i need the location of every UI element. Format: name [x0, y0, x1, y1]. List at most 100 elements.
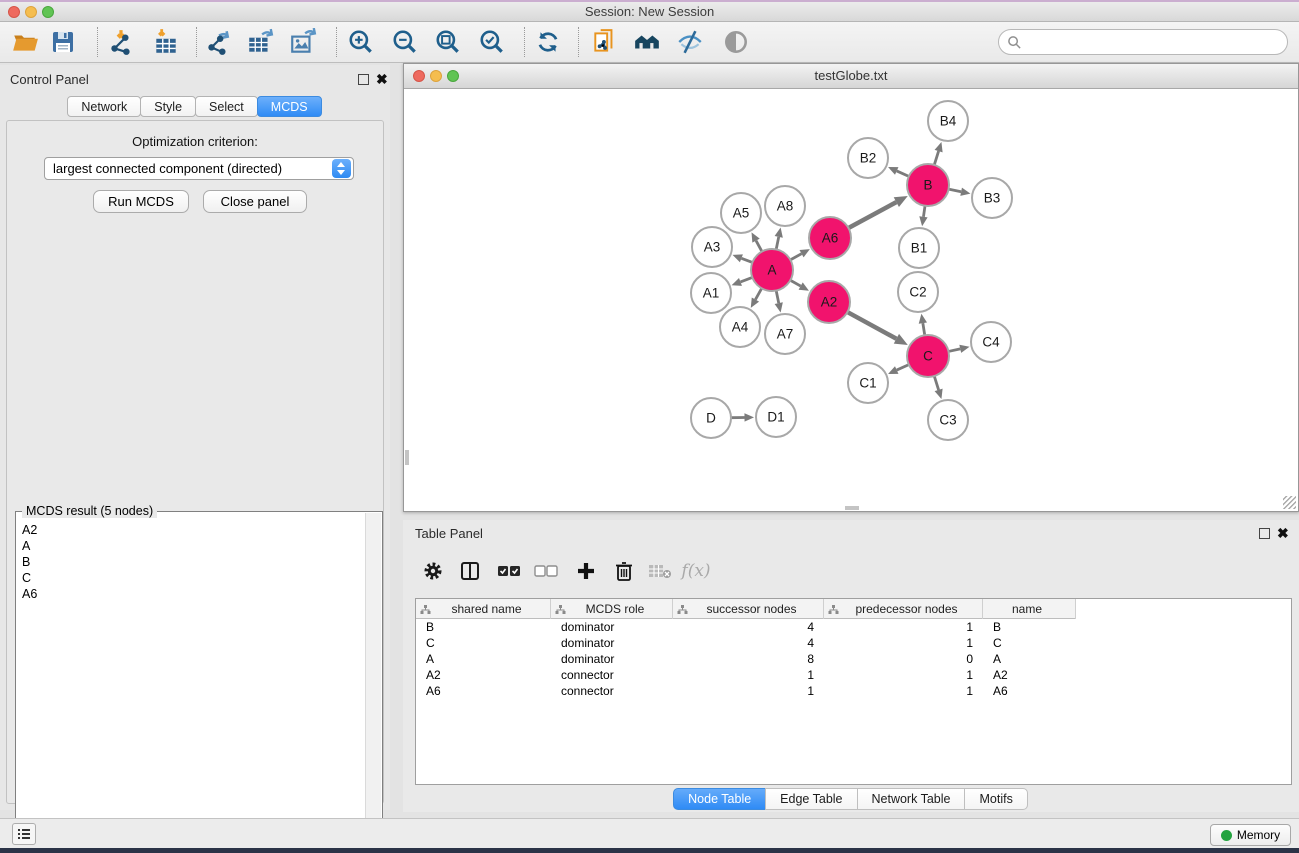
show-all-button[interactable]: [630, 25, 664, 59]
graph-node-B[interactable]: B: [907, 164, 949, 206]
search-field[interactable]: [998, 29, 1288, 55]
close-panel-icon[interactable]: ✖: [1277, 525, 1289, 541]
graph-node-A8[interactable]: A8: [765, 186, 805, 226]
select-all-columns-button[interactable]: [493, 555, 525, 587]
network-canvas[interactable]: AA1A2A3A4A5A6A7A8BB1B2B3B4CC1C2C3C4DD1: [404, 89, 1298, 511]
delete-table-button[interactable]: [644, 555, 676, 587]
column-header-shared-name[interactable]: shared name: [416, 599, 551, 619]
graph-edge-B-B1[interactable]: [919, 206, 927, 226]
show-columns-button[interactable]: [454, 555, 486, 587]
graph-node-B1[interactable]: B1: [899, 228, 939, 268]
graph-node-A[interactable]: A: [751, 249, 793, 291]
window-resize-grip[interactable]: [1283, 496, 1296, 509]
graph-edge-C-C3[interactable]: [934, 376, 942, 399]
column-header-name[interactable]: name: [983, 599, 1076, 619]
float-window-icon[interactable]: [358, 74, 369, 85]
apply-layout-button[interactable]: [531, 25, 565, 59]
graph-edge-D-D1[interactable]: [731, 413, 754, 421]
control-tab-select[interactable]: Select: [195, 96, 258, 117]
table-row[interactable]: Adominator80A: [416, 651, 1291, 667]
table-row[interactable]: A6connector11A6: [416, 683, 1291, 699]
export-image-button[interactable]: [286, 25, 320, 59]
close-traffic-light[interactable]: [8, 6, 20, 18]
graph-edge-A-A6[interactable]: [790, 249, 809, 260]
close-panel-button[interactable]: Close panel: [203, 190, 307, 213]
zoom-out-button[interactable]: [388, 25, 422, 59]
graph-node-A6[interactable]: A6: [809, 217, 851, 259]
memory-button[interactable]: Memory: [1210, 824, 1291, 846]
mcds-result-item[interactable]: A6: [16, 586, 364, 602]
mcds-result-item[interactable]: A2: [16, 522, 364, 538]
table-tab-motifs[interactable]: Motifs: [964, 788, 1027, 810]
graph-edge-C-C2[interactable]: [919, 314, 927, 336]
open-session-button[interactable]: [8, 25, 42, 59]
hide-selected-button[interactable]: [673, 25, 707, 59]
table-settings-button[interactable]: [417, 555, 449, 587]
graph-node-B4[interactable]: B4: [928, 101, 968, 141]
unselect-all-columns-button[interactable]: [530, 555, 562, 587]
show-panels-button[interactable]: [12, 823, 36, 845]
optimization-criterion-dropdown[interactable]: largest connected component (directed): [44, 157, 354, 180]
mcds-result-item[interactable]: C: [16, 570, 364, 586]
save-session-button[interactable]: [46, 25, 80, 59]
zoom-selected-button[interactable]: [475, 25, 509, 59]
graph-node-D[interactable]: D: [691, 398, 731, 438]
result-scrollbar[interactable]: [365, 513, 381, 851]
graph-node-C2[interactable]: C2: [898, 272, 938, 312]
mcds-result-item[interactable]: A: [16, 538, 364, 554]
control-tab-mcds[interactable]: MCDS: [257, 96, 322, 117]
graph-node-D1[interactable]: D1: [756, 397, 796, 437]
graph-edge-A-A4[interactable]: [751, 288, 762, 308]
graph-node-A1[interactable]: A1: [691, 273, 731, 313]
mcds-result-item[interactable]: B: [16, 554, 364, 570]
table-row[interactable]: Cdominator41C: [416, 635, 1291, 651]
minimize-traffic-light[interactable]: [25, 6, 37, 18]
column-header-successor-nodes[interactable]: successor nodes: [673, 599, 824, 619]
control-tab-style[interactable]: Style: [140, 96, 196, 117]
zoom-in-button[interactable]: [344, 25, 378, 59]
graph-node-C[interactable]: C: [907, 335, 949, 377]
graph-node-C4[interactable]: C4: [971, 322, 1011, 362]
graph-edge-B-B4[interactable]: [934, 142, 942, 165]
graph-node-B3[interactable]: B3: [972, 178, 1012, 218]
close-traffic-light[interactable]: [413, 70, 425, 82]
zoom-fit-button[interactable]: [431, 25, 465, 59]
table-tab-node-table[interactable]: Node Table: [673, 788, 766, 810]
control-tab-network[interactable]: Network: [67, 96, 141, 117]
graph-edge-C-C1[interactable]: [888, 365, 909, 374]
import-network-button[interactable]: [104, 25, 138, 59]
network-window-titlebar[interactable]: testGlobe.txt: [404, 64, 1298, 89]
delete-columns-button[interactable]: [608, 555, 640, 587]
graph-node-A4[interactable]: A4: [720, 307, 760, 347]
graph-node-A3[interactable]: A3: [692, 227, 732, 267]
close-panel-icon[interactable]: ✖: [376, 71, 388, 87]
column-header-predecessor-nodes[interactable]: predecessor nodes: [824, 599, 983, 619]
graph-node-A2[interactable]: A2: [808, 281, 850, 323]
function-builder-button[interactable]: f(x): [680, 555, 712, 587]
graph-node-C3[interactable]: C3: [928, 400, 968, 440]
table-row[interactable]: A2connector11A2: [416, 667, 1291, 683]
table-tab-edge-table[interactable]: Edge Table: [765, 788, 857, 810]
graph-edge-A-A3[interactable]: [733, 254, 753, 262]
import-table-button[interactable]: [149, 25, 183, 59]
table-tab-network-table[interactable]: Network Table: [857, 788, 966, 810]
graph-edge-A2-C[interactable]: [847, 312, 907, 345]
minimize-traffic-light[interactable]: [430, 70, 442, 82]
graph-node-A7[interactable]: A7: [765, 314, 805, 354]
graph-edge-A-A5[interactable]: [752, 232, 762, 251]
run-mcds-button[interactable]: Run MCDS: [93, 190, 189, 213]
graph-edge-C-C4[interactable]: [948, 345, 969, 353]
search-input[interactable]: [1022, 35, 1287, 50]
graph-edge-A6-B[interactable]: [848, 196, 907, 228]
graph-edge-A-A1[interactable]: [732, 277, 753, 285]
graph-node-C1[interactable]: C1: [848, 363, 888, 403]
graph-edge-B-B3[interactable]: [949, 188, 971, 196]
graph-node-A5[interactable]: A5: [721, 193, 761, 233]
graph-edge-A-A8[interactable]: [775, 228, 783, 250]
graph-edge-A-A7[interactable]: [775, 291, 783, 313]
table-row[interactable]: Bdominator41B: [416, 619, 1291, 635]
export-network-button[interactable]: [201, 25, 235, 59]
clone-network-button[interactable]: [588, 25, 622, 59]
column-header-MCDS-role[interactable]: MCDS role: [551, 599, 673, 619]
create-column-button[interactable]: [570, 555, 602, 587]
